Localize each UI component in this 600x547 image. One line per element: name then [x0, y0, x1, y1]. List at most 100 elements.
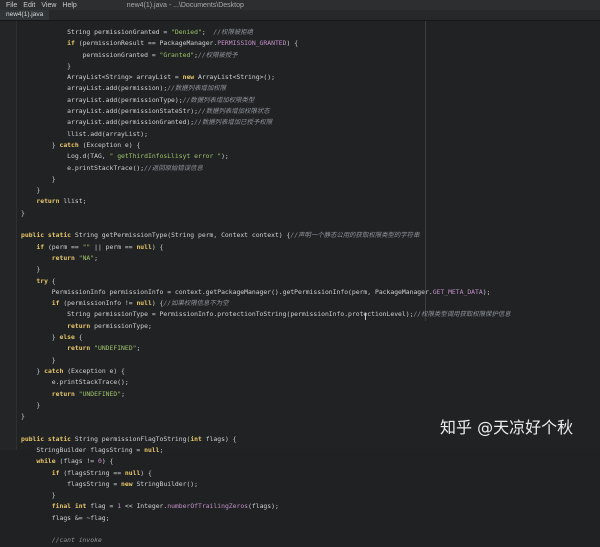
line-gutter	[0, 21, 17, 450]
code-line: Log.d(TAG, " getThirdInfosLlisyt error "…	[21, 151, 511, 162]
code-token: //数据列表增加权限	[167, 84, 227, 93]
code-token: catch	[59, 140, 79, 149]
code-token: (perm ==	[44, 242, 83, 251]
code-token: "Denied"	[171, 28, 202, 36]
code-token: return	[51, 253, 75, 262]
code-token: //声明一个静态公用的获取权限类型的字符串	[290, 231, 420, 240]
code-token: //数据列表增加权限状态	[198, 107, 270, 116]
code-token: ) {	[140, 468, 152, 477]
code-token: String permissionGranted =	[21, 28, 172, 36]
code-token: " getThirdInfosLlisyt error "	[109, 152, 222, 161]
code-token: }	[21, 400, 41, 409]
code-token: //权限被拒绝	[213, 28, 254, 36]
code-token: PERMISSION_GRANTED	[217, 39, 287, 48]
code-token: null	[136, 242, 152, 251]
code-token: else	[59, 333, 75, 342]
code-line: }	[21, 185, 511, 196]
code-token: }	[21, 208, 25, 217]
code-editor[interactable]: String permissionGranted = "Denied"; //权…	[17, 21, 600, 544]
menu-item-help[interactable]: Help	[62, 2, 76, 9]
code-token: public static	[21, 434, 72, 443]
code-line: //cant invoke	[21, 535, 511, 546]
code-token: return	[67, 344, 91, 353]
code-line: return llist;	[21, 196, 511, 207]
code-token: int	[190, 434, 202, 443]
code-token: String permissionType = PermissionInfo.p…	[21, 310, 414, 319]
tab-new4-java[interactable]: new4(1).java	[0, 10, 50, 20]
menu-item-view[interactable]: View	[41, 2, 56, 9]
code-token: //返回原始错误信息	[144, 163, 203, 172]
code-token: (flags);	[248, 502, 279, 511]
code-token: || perm ==	[90, 242, 137, 251]
code-token: (Exception e) {	[78, 140, 141, 149]
code-token: llist.add(arrayList);	[21, 129, 148, 138]
code-token: try	[36, 276, 48, 285]
code-line: }	[21, 411, 511, 422]
code-line: }	[21, 490, 511, 501]
code-token: new	[182, 73, 195, 82]
code-token: String getPermissionType(String perm, Co…	[71, 231, 291, 240]
code-line: public static String getPermissionType(S…	[21, 230, 511, 241]
code-line: e.printStackTrace();	[21, 377, 511, 388]
code-line: } else {	[21, 332, 511, 343]
code-line: ArrayList<String> arrayList = new ArrayL…	[21, 72, 511, 83]
code-token: (flagsString ==	[59, 468, 125, 477]
code-token: return	[36, 197, 60, 206]
code-token: null	[136, 299, 152, 308]
code-line: flagsString = new StringBuilder();	[21, 479, 511, 490]
window-title: new4(1).java - ...\Documents\Desktop	[126, 1, 244, 9]
code-line: e.printStackTrace();//返回原始错误信息	[21, 163, 511, 174]
code-line: } catch (Exception e) {	[21, 140, 511, 151]
menu-bar: File Edit View Help new4(1).java - ...\Docu…	[0, 0, 600, 10]
code-token: return	[67, 321, 91, 330]
code-line: if (permissionInfo != null) {//如果权限信息不为空	[21, 298, 511, 309]
code-token: null	[124, 468, 141, 477]
code-token: catch	[44, 366, 64, 375]
code-token: llist;	[59, 197, 87, 206]
code-line: flags &= ~flag;	[21, 513, 511, 524]
code-token: e.printStackTrace();	[21, 378, 129, 387]
code-line: }	[21, 174, 511, 185]
code-token: permissionType;	[90, 321, 152, 330]
code-token: );	[482, 287, 491, 296]
code-line: if (perm == "" || perm == null) {	[21, 242, 511, 253]
code-token: }	[21, 412, 25, 421]
code-line: if (flagsString == null) {	[21, 468, 511, 479]
code-token: permissionGranted =	[21, 50, 160, 59]
code-token: //数据列表增加权限类型	[182, 95, 255, 104]
menu-items: File Edit View Help	[6, 2, 83, 9]
code-token: }	[21, 355, 56, 364]
code-token: return	[51, 389, 75, 398]
code-token: final int	[51, 502, 87, 511]
code-line: return "NA";	[21, 253, 511, 264]
code-token: while	[36, 457, 56, 466]
code-token: "Granted"	[159, 50, 195, 59]
code-line: public static String permissionFlagToStr…	[21, 434, 511, 445]
menu-item-edit[interactable]: Edit	[23, 2, 35, 9]
code-token: }	[21, 174, 56, 183]
code-token: (flags !=	[55, 457, 98, 466]
code-text: String permissionGranted = "Denied"; //权…	[21, 27, 511, 547]
menu-item-file[interactable]: File	[6, 2, 17, 9]
code-line: }	[21, 61, 511, 72]
code-token: public static	[21, 231, 72, 240]
code-token: ;	[94, 253, 98, 262]
code-line: llist.add(arrayList);	[21, 129, 511, 140]
code-token: //权限类型调用获取权限保护信息	[413, 310, 511, 319]
code-token: "UNDEFINED"	[94, 344, 137, 353]
code-line: permissionGranted = "Granted";//权限被授予	[21, 50, 511, 61]
code-token: }	[21, 366, 45, 375]
